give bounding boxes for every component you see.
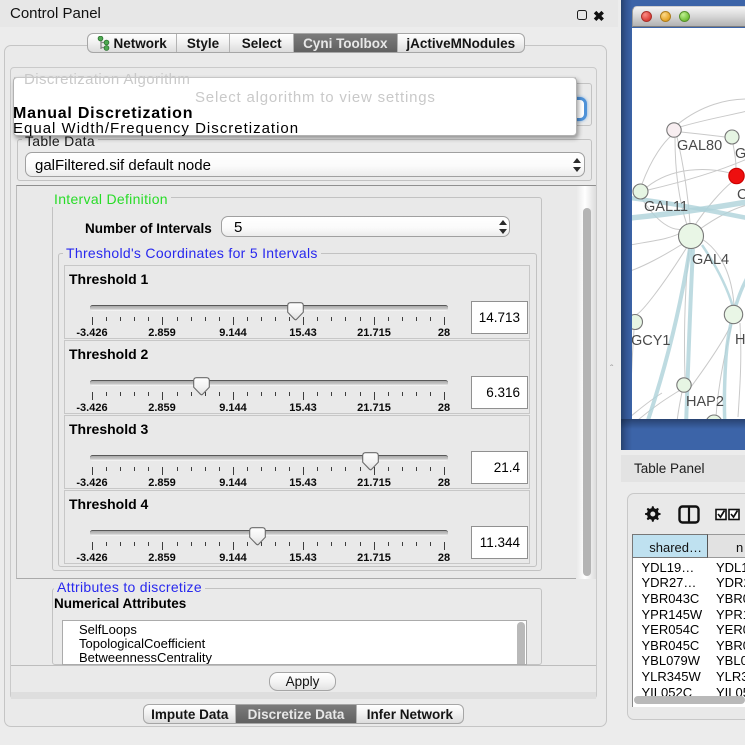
svg-text:GCY1: GCY1 — [632, 333, 671, 349]
svg-text:GAL11: GAL11 — [644, 199, 688, 215]
svg-text:GAL4: GAL4 — [692, 252, 729, 268]
svg-text:H: H — [735, 332, 745, 348]
svg-text:GAL80: GAL80 — [677, 138, 722, 154]
svg-text:C: C — [737, 187, 745, 203]
svg-text:GA: GA — [735, 146, 745, 162]
svg-text:HAP2: HAP2 — [686, 394, 724, 410]
